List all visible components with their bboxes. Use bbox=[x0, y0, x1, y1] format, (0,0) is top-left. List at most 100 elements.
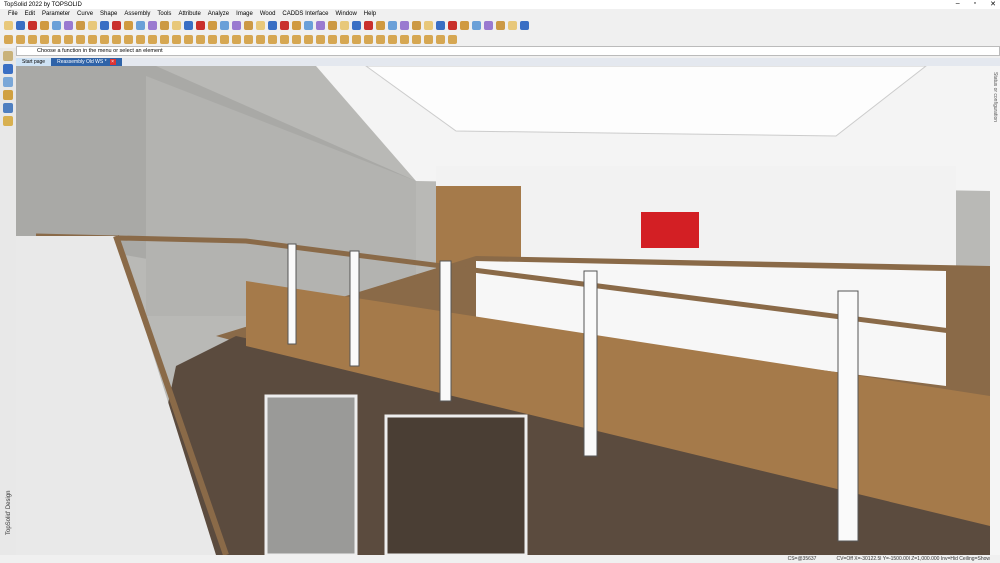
menu-edit[interactable]: Edit bbox=[25, 11, 35, 17]
toolbar-button-icon[interactable] bbox=[316, 34, 325, 44]
assembly-icon[interactable] bbox=[3, 90, 13, 100]
toolbar-button-icon[interactable] bbox=[172, 34, 181, 44]
toolbar-button-icon[interactable] bbox=[448, 34, 457, 44]
toolbar-button-icon[interactable] bbox=[136, 34, 145, 44]
toolbar-button-icon[interactable] bbox=[316, 20, 325, 30]
toolbar-button-icon[interactable] bbox=[436, 20, 445, 30]
toolbar-button-icon[interactable] bbox=[124, 34, 133, 44]
toolbar-button-icon[interactable] bbox=[244, 34, 253, 44]
toolbar-button-icon[interactable] bbox=[328, 34, 337, 44]
toolbar-button-icon[interactable] bbox=[400, 34, 409, 44]
menu-cadds-interface[interactable]: CADDS Interface bbox=[282, 11, 328, 17]
toolbar-button-icon[interactable] bbox=[496, 20, 505, 30]
3d-viewport[interactable] bbox=[16, 66, 990, 555]
toolbar-button-icon[interactable] bbox=[388, 20, 397, 30]
toolbar-button-icon[interactable] bbox=[424, 34, 433, 44]
menu-parameter[interactable]: Parameter bbox=[42, 11, 70, 17]
toolbar-button-icon[interactable] bbox=[76, 34, 85, 44]
toolbar-button-icon[interactable] bbox=[100, 20, 109, 30]
maximize-button[interactable]: ▫ bbox=[974, 0, 976, 8]
toolbar-button-icon[interactable] bbox=[76, 20, 85, 30]
menu-window[interactable]: Window bbox=[335, 11, 356, 17]
toolbar-button-icon[interactable] bbox=[400, 20, 409, 30]
toolbar-button-icon[interactable] bbox=[28, 20, 37, 30]
toolbar-button-icon[interactable] bbox=[364, 34, 373, 44]
toolbar-button-icon[interactable] bbox=[160, 34, 169, 44]
toolbar-button-icon[interactable] bbox=[340, 34, 349, 44]
toolbar-button-icon[interactable] bbox=[112, 34, 121, 44]
toolbar-button-icon[interactable] bbox=[268, 20, 277, 30]
toolbar-button-icon[interactable] bbox=[376, 20, 385, 30]
tab-reassembly[interactable]: Reassembly Old WS * × bbox=[51, 58, 122, 66]
toolbar-button-icon[interactable] bbox=[412, 20, 421, 30]
toolbar-button-icon[interactable] bbox=[340, 20, 349, 30]
toolbar-button-icon[interactable] bbox=[244, 20, 253, 30]
shape-icon[interactable] bbox=[3, 64, 13, 74]
menu-analyze[interactable]: Analyze bbox=[208, 11, 229, 17]
toolbar-button-icon[interactable] bbox=[232, 20, 241, 30]
toolbar-button-icon[interactable] bbox=[304, 34, 313, 44]
toolbar-button-icon[interactable] bbox=[64, 20, 73, 30]
toolbar-button-icon[interactable] bbox=[520, 20, 529, 30]
wood-icon[interactable] bbox=[3, 116, 13, 126]
close-tab-icon[interactable]: × bbox=[109, 59, 116, 65]
minimize-button[interactable]: – bbox=[956, 0, 960, 8]
toolbar-button-icon[interactable] bbox=[88, 20, 97, 30]
toolbar-button-icon[interactable] bbox=[352, 34, 361, 44]
menu-image[interactable]: Image bbox=[236, 11, 253, 17]
toolbar-button-icon[interactable] bbox=[412, 34, 421, 44]
toolbar-button-icon[interactable] bbox=[460, 20, 469, 30]
toolbar-button-icon[interactable] bbox=[4, 20, 13, 30]
toolbar-button-icon[interactable] bbox=[256, 34, 265, 44]
toolbar-button-icon[interactable] bbox=[436, 34, 445, 44]
menu-shape[interactable]: Shape bbox=[100, 11, 117, 17]
toolbar-button-icon[interactable] bbox=[352, 20, 361, 30]
toolbar-button-icon[interactable] bbox=[136, 20, 145, 30]
menu-wood[interactable]: Wood bbox=[260, 11, 276, 17]
menu-curve[interactable]: Curve bbox=[77, 11, 93, 17]
close-button[interactable]: ✕ bbox=[990, 0, 996, 8]
toolbar-button-icon[interactable] bbox=[196, 20, 205, 30]
toolbar-button-icon[interactable] bbox=[184, 34, 193, 44]
toolbar-button-icon[interactable] bbox=[112, 20, 121, 30]
toolbar-button-icon[interactable] bbox=[160, 20, 169, 30]
toolbar-button-icon[interactable] bbox=[364, 20, 373, 30]
toolbar-button-icon[interactable] bbox=[484, 20, 493, 30]
toolbar-button-icon[interactable] bbox=[52, 20, 61, 30]
toolbar-button-icon[interactable] bbox=[196, 34, 205, 44]
menu-file[interactable]: File bbox=[8, 11, 18, 17]
toolbar-button-icon[interactable] bbox=[304, 20, 313, 30]
toolbar-button-icon[interactable] bbox=[208, 20, 217, 30]
toolbar-button-icon[interactable] bbox=[376, 34, 385, 44]
menu-tools[interactable]: Tools bbox=[157, 11, 171, 17]
side-panel-tab[interactable]: Status or configuration bbox=[990, 66, 1000, 555]
sphere-icon[interactable] bbox=[3, 77, 13, 87]
toolbar-button-icon[interactable] bbox=[28, 34, 37, 44]
toolbar-button-icon[interactable] bbox=[148, 20, 157, 30]
toolbar-button-icon[interactable] bbox=[328, 20, 337, 30]
menu-attribute[interactable]: Attribute bbox=[178, 11, 200, 17]
toolbar-button-icon[interactable] bbox=[508, 20, 517, 30]
toolbar-button-icon[interactable] bbox=[124, 20, 133, 30]
toolbar-button-icon[interactable] bbox=[64, 34, 73, 44]
analyze-icon[interactable] bbox=[3, 103, 13, 113]
toolbar-button-icon[interactable] bbox=[40, 20, 49, 30]
toolbar-button-icon[interactable] bbox=[88, 34, 97, 44]
menu-help[interactable]: Help bbox=[364, 11, 376, 17]
toolbar-button-icon[interactable] bbox=[280, 34, 289, 44]
toolbar-button-icon[interactable] bbox=[292, 34, 301, 44]
toolbar-button-icon[interactable] bbox=[268, 34, 277, 44]
toolbar-button-icon[interactable] bbox=[220, 34, 229, 44]
toolbar-button-icon[interactable] bbox=[472, 20, 481, 30]
toolbar-button-icon[interactable] bbox=[184, 20, 193, 30]
toolbar-button-icon[interactable] bbox=[256, 20, 265, 30]
toolbar-button-icon[interactable] bbox=[220, 20, 229, 30]
toolbar-button-icon[interactable] bbox=[292, 20, 301, 30]
toolbar-button-icon[interactable] bbox=[280, 20, 289, 30]
pencil-icon[interactable] bbox=[3, 51, 13, 61]
tab-start-page[interactable]: Start page bbox=[16, 58, 52, 66]
toolbar-button-icon[interactable] bbox=[148, 34, 157, 44]
toolbar-button-icon[interactable] bbox=[448, 20, 457, 30]
toolbar-button-icon[interactable] bbox=[424, 20, 433, 30]
menu-assembly[interactable]: Assembly bbox=[124, 11, 150, 17]
